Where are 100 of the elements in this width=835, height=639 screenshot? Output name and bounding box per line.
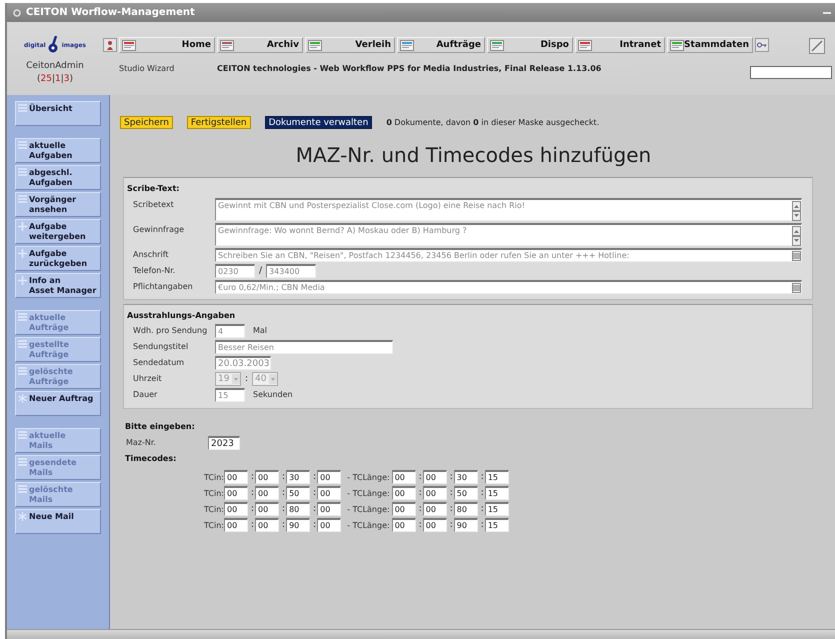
separator: : xyxy=(418,488,422,498)
nav-tab[interactable]: Stammdaten xyxy=(667,37,753,53)
nav-tab[interactable]: Intranet xyxy=(575,37,665,53)
timecode-field[interactable]: 00 xyxy=(255,518,280,532)
timecode-field[interactable]: 00 xyxy=(422,470,447,484)
timecode-field[interactable]: 00 xyxy=(317,470,342,484)
timecode-field[interactable]: 80 xyxy=(454,502,478,516)
separator: : xyxy=(251,504,254,514)
timecode-field[interactable]: 00 xyxy=(422,486,447,500)
timecode-field[interactable]: 00 xyxy=(224,486,248,500)
separator: : xyxy=(313,504,316,514)
timecode-field[interactable]: 00 xyxy=(317,486,342,500)
number-field[interactable]: 4 xyxy=(215,324,245,338)
nav-tab[interactable]: Aufträge xyxy=(397,37,485,53)
timecode-field[interactable]: 00 xyxy=(392,470,416,484)
timecode-field[interactable]: 90 xyxy=(454,518,478,532)
minimize-icon[interactable] xyxy=(823,10,831,16)
timecode-field[interactable]: 00 xyxy=(392,518,416,532)
separator: : xyxy=(251,488,254,498)
sidebar-item[interactable]: abgeschl. Aufgaben xyxy=(15,165,101,190)
separator: : xyxy=(282,504,286,514)
separator: : xyxy=(245,373,248,386)
unit-label: Sekunden xyxy=(253,389,293,401)
task-counts: (25|1|3) xyxy=(36,74,74,84)
window-title: CEITON Worflow-Management xyxy=(26,7,195,18)
timecode-field[interactable]: 15 xyxy=(484,518,509,532)
timecode-field[interactable]: 50 xyxy=(454,486,478,500)
timecode-field[interactable]: 00 xyxy=(317,502,342,516)
plus-icon xyxy=(18,249,27,258)
nav-tab[interactable]: Archiv xyxy=(217,37,303,53)
separator: : xyxy=(418,504,422,514)
tcin-label: TCin: xyxy=(204,504,224,514)
timecode-field[interactable]: 30 xyxy=(454,470,478,484)
separator: : xyxy=(480,488,484,498)
tclength-label: - TCLänge: xyxy=(347,504,390,514)
toolbar-button[interactable]: Speichern xyxy=(120,116,173,129)
sidebar-item[interactable]: Aufgabe weitergeben xyxy=(15,219,101,244)
asterisk-icon xyxy=(18,394,27,403)
list-icon xyxy=(18,485,27,493)
status-text: 0 Dokumente, davon 0 in dieser Maske ausgecheckt. xyxy=(386,118,600,127)
toolbar-button[interactable]: Dokumente verwalten xyxy=(264,116,372,129)
sidebar-item[interactable]: Übersicht xyxy=(15,101,101,126)
separator: : xyxy=(480,504,484,514)
timecode-field[interactable]: 00 xyxy=(255,486,280,500)
timecode-field[interactable]: 15 xyxy=(484,470,509,484)
nav-tab[interactable]: Verleih xyxy=(305,37,395,53)
field-label: Sendedatum xyxy=(132,357,186,369)
timecode-field[interactable]: 00 xyxy=(224,470,248,484)
list-icon xyxy=(18,141,27,149)
pen-icon[interactable] xyxy=(809,38,825,54)
person-icon[interactable] xyxy=(103,38,117,52)
sidebar-item[interactable]: aktuelle Aufgaben xyxy=(15,138,101,163)
sidebar-item[interactable]: Info an Asset Manager xyxy=(15,273,101,298)
key-icon[interactable] xyxy=(755,38,769,52)
maz-number-field[interactable]: 2023 xyxy=(208,436,240,450)
list-icon xyxy=(18,340,27,348)
section-title: Bitte eingeben: xyxy=(125,422,196,431)
tcin-label: TCin: xyxy=(204,472,224,482)
timecode-field[interactable]: 00 xyxy=(422,502,447,516)
sidebar-item[interactable]: Aufgabe zurückgeben xyxy=(15,246,101,271)
sidebar-item[interactable]: Neue Mail xyxy=(15,509,101,534)
separator: : xyxy=(418,472,422,482)
window-icon xyxy=(490,40,504,50)
timecode-field[interactable]: 15 xyxy=(484,486,509,500)
timecode-field[interactable]: 15 xyxy=(484,502,509,516)
timecode-field[interactable]: 00 xyxy=(392,486,416,500)
timecode-field[interactable]: 00 xyxy=(422,518,447,532)
timecode-field[interactable]: 00 xyxy=(317,518,342,532)
timecode-field[interactable]: 00 xyxy=(224,502,248,516)
search-field[interactable] xyxy=(750,66,832,79)
tcin-label: TCin: xyxy=(204,520,224,530)
list-icon xyxy=(18,195,27,203)
separator: : xyxy=(313,488,316,498)
field-label: Uhrzeit xyxy=(132,373,163,385)
window-icon xyxy=(308,40,322,50)
section-title: Scribe-Text: xyxy=(127,184,180,193)
timecode-field[interactable]: 00 xyxy=(224,518,248,532)
sidebar-item[interactable]: Vorgänger ansehen xyxy=(15,192,101,217)
timecode-field[interactable]: 50 xyxy=(286,486,310,500)
timecode-field[interactable]: 30 xyxy=(286,470,310,484)
nav-tab[interactable]: Home xyxy=(119,37,215,53)
dropdown-icon xyxy=(232,374,240,384)
timecode-field[interactable]: 00 xyxy=(255,502,280,516)
toolbar-button[interactable]: Fertigstellen xyxy=(186,116,251,129)
timecode-field[interactable]: 00 xyxy=(255,470,280,484)
timecode-field[interactable]: 00 xyxy=(392,502,416,516)
sidebar-item[interactable]: Neuer Auftrag xyxy=(15,391,101,416)
separator: : xyxy=(282,472,286,482)
window-icon xyxy=(400,40,414,50)
separator: : xyxy=(480,472,484,482)
asterisk-icon xyxy=(18,512,27,521)
separator: / xyxy=(259,265,262,278)
list-icon xyxy=(18,458,27,466)
plus-icon xyxy=(18,222,27,231)
separator: : xyxy=(450,488,453,498)
field-label: Wdh. pro Sendung xyxy=(132,325,208,337)
nav-tab[interactable]: Dispo xyxy=(487,37,573,53)
timecode-field[interactable]: 80 xyxy=(286,502,310,516)
timecode-field[interactable]: 90 xyxy=(286,518,310,532)
field-label: Gewinnfrage xyxy=(132,224,186,236)
